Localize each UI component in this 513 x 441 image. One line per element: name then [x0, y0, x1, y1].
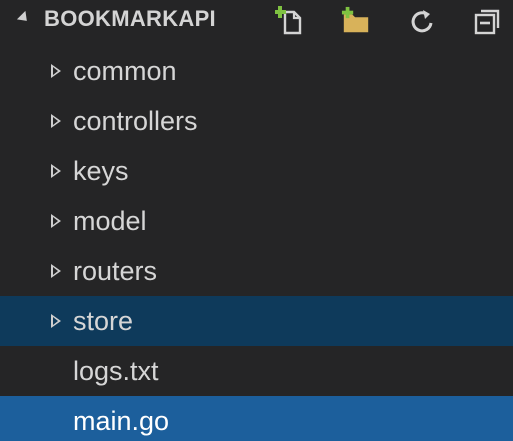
tree-item-label: controllers — [73, 106, 198, 136]
folder-model[interactable]: model — [0, 196, 513, 246]
collapse-all-icon[interactable] — [473, 6, 503, 36]
folder-common[interactable]: common — [0, 46, 513, 96]
explorer-actions — [275, 4, 503, 38]
tree-item-label: store — [73, 306, 134, 336]
folder-store[interactable]: store — [0, 296, 513, 346]
chevron-right-icon[interactable] — [51, 114, 61, 128]
new-folder-icon[interactable] — [341, 6, 371, 36]
chevron-right-icon[interactable] — [51, 214, 61, 228]
tree-item-label: keys — [73, 156, 129, 186]
tree-item-label: main.go — [73, 406, 170, 436]
refresh-icon[interactable] — [407, 6, 437, 36]
chevron-right-icon[interactable] — [51, 264, 61, 278]
file-tree: common controllers keys model routers st… — [0, 46, 513, 441]
file-logs-txt[interactable]: logs.txt — [0, 346, 513, 396]
tree-item-label: routers — [73, 256, 158, 286]
tree-item-label: common — [73, 56, 177, 86]
chevron-right-icon[interactable] — [51, 164, 61, 178]
explorer-header[interactable]: BOOKMARKAPI — [0, 0, 513, 42]
chevron-right-icon[interactable] — [51, 64, 61, 78]
chevron-right-icon[interactable] — [51, 314, 61, 328]
file-explorer: BOOKMARKAPI common controllers keys mode… — [0, 0, 513, 441]
new-file-icon[interactable] — [275, 6, 305, 36]
project-title[interactable]: BOOKMARKAPI — [44, 6, 216, 32]
folder-keys[interactable]: keys — [0, 146, 513, 196]
tree-item-label: model — [73, 206, 147, 236]
file-main-go[interactable]: main.go — [0, 396, 513, 441]
folder-routers[interactable]: routers — [0, 246, 513, 296]
tree-item-label: logs.txt — [73, 356, 159, 386]
collapse-caret-icon[interactable] — [16, 10, 32, 26]
folder-controllers[interactable]: controllers — [0, 96, 513, 146]
